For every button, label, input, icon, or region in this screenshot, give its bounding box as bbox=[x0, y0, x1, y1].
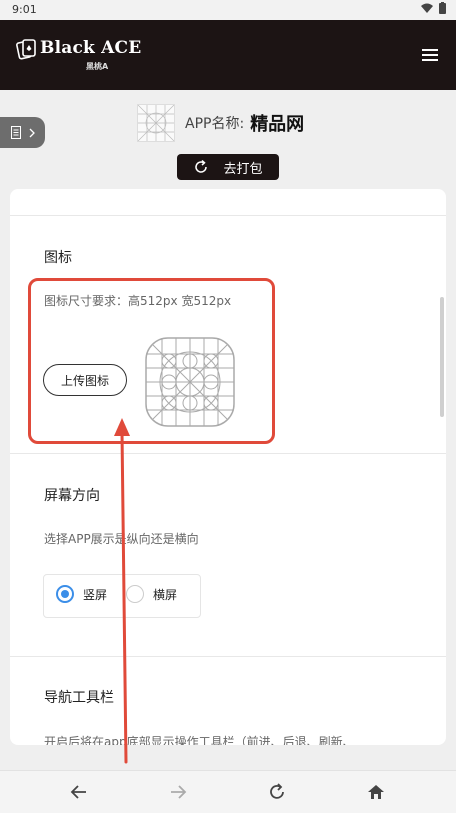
settings-card: 图标 图标尺寸要求：高512px 宽512px 上传图标 屏幕方向 选择APP展… bbox=[10, 189, 446, 745]
side-drawer-tab[interactable] bbox=[0, 117, 45, 148]
app-bar: Black ACE 黑桃A bbox=[0, 20, 456, 90]
refresh-icon bbox=[195, 159, 208, 173]
status-bar: 9:01 bbox=[0, 0, 456, 20]
radio-portrait-dot[interactable] bbox=[56, 585, 74, 603]
divider bbox=[10, 215, 446, 216]
app-name-label: APP名称: bbox=[185, 116, 245, 132]
brand-subtitle: 黑桃A bbox=[86, 62, 109, 71]
wifi-icon bbox=[421, 3, 433, 13]
toolbar-description: 开启后将在app底部显示操作工具栏（前进、后退、刷新、 bbox=[44, 735, 355, 745]
toolbar-section-title: 导航工具栏 bbox=[44, 690, 114, 706]
icon-section-title: 图标 bbox=[44, 250, 72, 266]
back-arrow-icon[interactable] bbox=[68, 781, 90, 803]
app-icon-thumbnail bbox=[137, 104, 175, 142]
status-time: 9:01 bbox=[12, 3, 37, 16]
pack-button-label: 去打包 bbox=[223, 161, 263, 177]
list-icon bbox=[10, 126, 21, 139]
forward-arrow-icon[interactable] bbox=[167, 781, 189, 803]
radio-portrait-label: 竖屏 bbox=[83, 587, 108, 602]
home-icon[interactable] bbox=[365, 781, 387, 803]
status-icons bbox=[421, 2, 446, 14]
orientation-description: 选择APP展示是纵向还是横向 bbox=[44, 532, 199, 546]
radio-landscape[interactable]: 横屏 bbox=[126, 585, 177, 603]
bottom-nav-bar bbox=[0, 770, 456, 813]
menu-icon[interactable] bbox=[422, 49, 438, 61]
radio-landscape-dot[interactable] bbox=[126, 585, 144, 603]
upload-icon-button[interactable]: 上传图标 bbox=[43, 364, 127, 396]
orientation-radio-group: 竖屏 横屏 bbox=[43, 574, 201, 618]
app-name-value: 精品网 bbox=[250, 114, 305, 135]
divider bbox=[10, 453, 446, 454]
radio-landscape-label: 横屏 bbox=[153, 587, 178, 602]
battery-icon bbox=[439, 2, 446, 14]
scrollbar[interactable] bbox=[440, 297, 444, 417]
icon-placeholder-image[interactable] bbox=[145, 337, 235, 427]
brand-title: Black ACE bbox=[40, 38, 142, 58]
divider bbox=[10, 656, 446, 657]
reload-icon[interactable] bbox=[266, 781, 288, 803]
cards-icon bbox=[16, 39, 36, 60]
icon-size-requirement: 图标尺寸要求：高512px 宽512px bbox=[44, 294, 232, 308]
app-info: APP名称: 精品网 bbox=[137, 104, 304, 142]
pack-button[interactable]: 去打包 bbox=[177, 154, 279, 180]
orientation-section-title: 屏幕方向 bbox=[44, 488, 100, 504]
brand-logo[interactable]: Black ACE 黑桃A bbox=[16, 38, 142, 71]
chevron-right-icon bbox=[29, 128, 35, 137]
radio-portrait[interactable]: 竖屏 bbox=[56, 585, 107, 603]
